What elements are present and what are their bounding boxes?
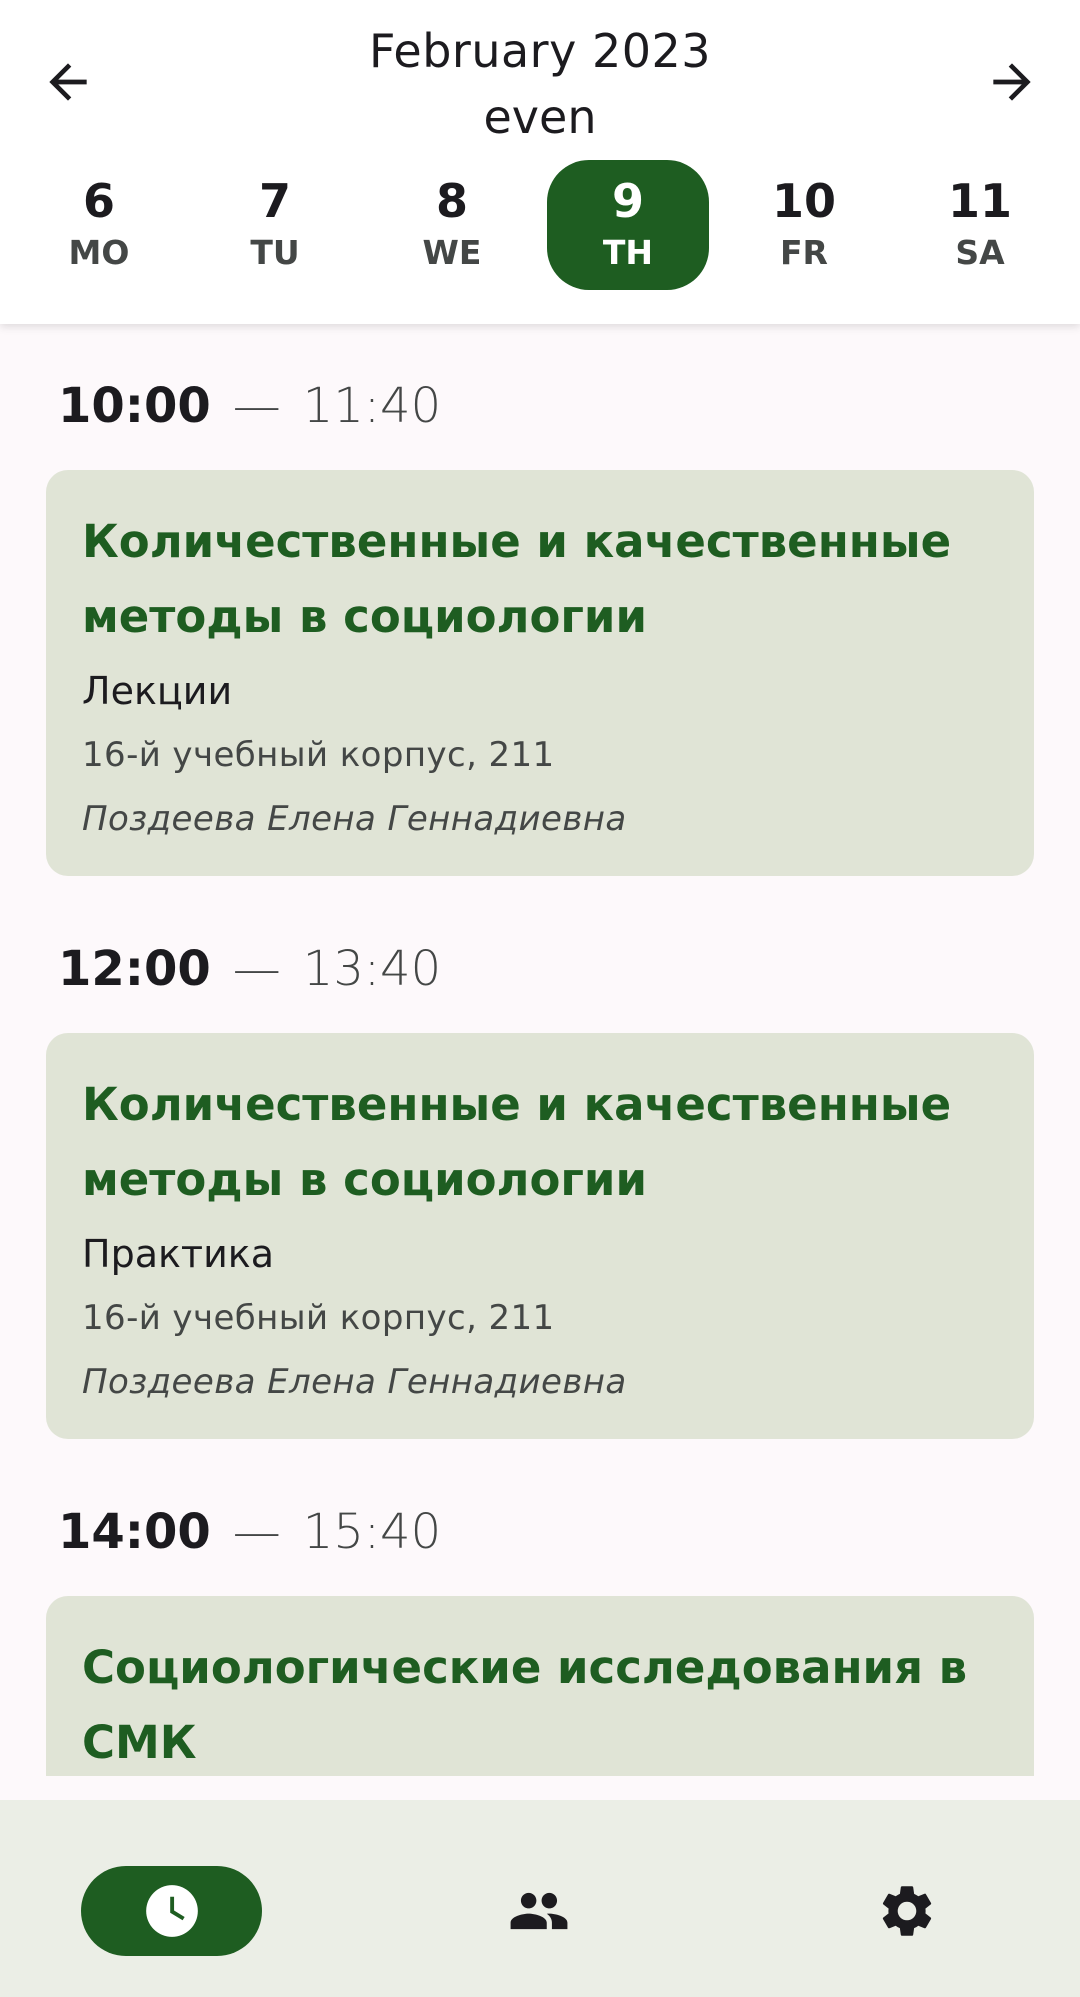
- lesson-time: 14:00 — 15:40: [58, 1502, 441, 1562]
- lesson-card[interactable]: Социологические исследования в СМК: [46, 1596, 1034, 1776]
- nav-schedule-button[interactable]: [81, 1866, 262, 1956]
- lesson-teacher: Поздеева Елена Геннадиевна: [82, 799, 627, 839]
- lesson-title: Количественные и качественные методы в с…: [82, 515, 952, 643]
- day-number: 6: [82, 174, 115, 228]
- time-dash: —: [232, 1504, 281, 1560]
- bottom-navigation-bar: [0, 1800, 1080, 1997]
- lesson-title: Социологические исследования в СМК: [82, 1641, 968, 1769]
- arrow-right-icon: [993, 63, 1031, 101]
- day-number: 8: [435, 174, 468, 228]
- lesson-start-time: 14:00: [58, 1504, 211, 1560]
- day-thursday-selected[interactable]: 9 TH: [547, 160, 709, 290]
- day-weekday: WE: [422, 233, 482, 272]
- lesson-teacher: Поздеева Елена Геннадиевна: [82, 1362, 627, 1402]
- day-saturday[interactable]: 11 SA: [899, 160, 1061, 290]
- lesson-end-time: 13:40: [302, 941, 442, 997]
- day-wednesday[interactable]: 8 WE: [371, 160, 533, 290]
- lesson-time: 12:00 — 13:40: [58, 939, 441, 999]
- day-number: 10: [771, 174, 836, 228]
- day-number: 11: [947, 174, 1012, 228]
- lesson-time: 10:00 — 11:40: [58, 376, 441, 436]
- day-monday[interactable]: 6 MO: [18, 160, 180, 290]
- nav-settings-button[interactable]: [862, 1866, 952, 1956]
- lesson-room: 16-й учебный корпус, 211: [82, 735, 555, 775]
- time-dash: —: [232, 941, 281, 997]
- day-number: 9: [611, 174, 644, 228]
- next-week-button[interactable]: [970, 40, 1054, 124]
- people-icon: [510, 1892, 568, 1930]
- day-weekday: TU: [250, 233, 300, 272]
- time-dash: —: [232, 378, 281, 434]
- day-tuesday[interactable]: 7 TU: [194, 160, 356, 290]
- lesson-card[interactable]: Количественные и качественные методы в с…: [46, 470, 1034, 876]
- lesson-type: Практика: [82, 1232, 275, 1276]
- month-title[interactable]: February 2023: [0, 22, 1080, 80]
- nav-groups-button[interactable]: [494, 1866, 584, 1956]
- day-weekday: SA: [955, 233, 1005, 272]
- lesson-end-time: 11:40: [302, 378, 442, 434]
- week-parity-label: even: [483, 90, 597, 144]
- lesson-room: 16-й учебный корпус, 211: [82, 1298, 555, 1338]
- day-weekday: MO: [68, 233, 130, 272]
- lessons-list[interactable]: 10:00 — 11:40 Количественные и качественны…: [0, 324, 1080, 1776]
- lesson-type: Лекции: [82, 669, 233, 713]
- day-friday[interactable]: 10 FR: [723, 160, 885, 290]
- lesson-card[interactable]: Количественные и качественные методы в с…: [46, 1033, 1034, 1439]
- schedule-header: February 2023 even 6 MO 7 TU 8 WE 9 TH 1…: [0, 0, 1080, 324]
- lesson-start-time: 12:00: [58, 941, 211, 997]
- day-weekday: FR: [780, 233, 828, 272]
- clock-icon: [145, 1885, 198, 1937]
- gear-icon: [882, 1886, 932, 1936]
- lesson-start-time: 10:00: [58, 378, 211, 434]
- lesson-title: Количественные и качественные методы в с…: [82, 1078, 952, 1206]
- week-day-strip: 6 MO 7 TU 8 WE 9 TH 10 FR 11 SA: [10, 160, 1070, 290]
- day-number: 7: [258, 174, 291, 228]
- day-weekday: TH: [602, 233, 654, 272]
- lesson-end-time: 15:40: [302, 1504, 442, 1560]
